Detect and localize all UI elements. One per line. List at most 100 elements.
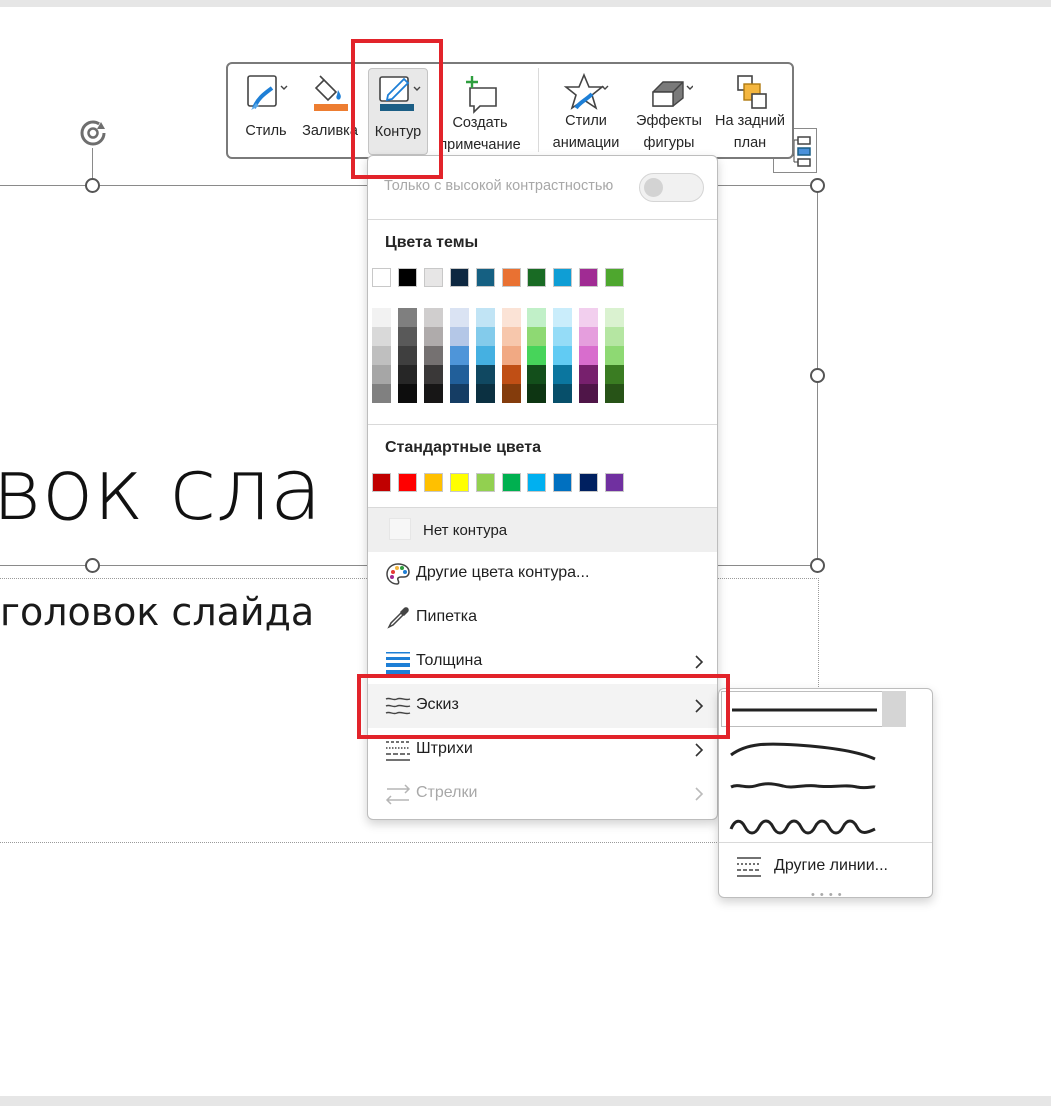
theme-shade-swatch[interactable] xyxy=(450,327,469,346)
standard-color-swatch-10[interactable] xyxy=(605,473,624,492)
theme-shade-swatch[interactable] xyxy=(579,327,598,346)
theme-color-swatch-6[interactable] xyxy=(502,268,521,287)
more-outline-colors-item[interactable]: Другие цвета контура... xyxy=(368,552,717,596)
theme-shade-swatch[interactable] xyxy=(553,327,572,346)
theme-shade-swatch[interactable] xyxy=(424,384,443,403)
theme-shade-swatch[interactable] xyxy=(579,308,598,327)
theme-shade-swatch[interactable] xyxy=(502,308,521,327)
standard-color-swatch-9[interactable] xyxy=(579,473,598,492)
theme-shade-swatch[interactable] xyxy=(527,384,546,403)
theme-shade-swatch[interactable] xyxy=(372,327,391,346)
sketch-option-scribble[interactable] xyxy=(727,809,905,845)
slide-subtitle-text[interactable]: головок слайда xyxy=(0,590,314,634)
theme-shade-swatch[interactable] xyxy=(398,308,417,327)
theme-shade-swatch[interactable] xyxy=(398,346,417,365)
theme-color-swatch-10[interactable] xyxy=(605,268,624,287)
theme-shade-swatch[interactable] xyxy=(450,365,469,384)
theme-shade-swatch[interactable] xyxy=(605,308,624,327)
sketch-option-none[interactable] xyxy=(721,691,905,727)
theme-shade-swatch[interactable] xyxy=(579,365,598,384)
animation-styles-button[interactable]: Стили анимации xyxy=(546,68,626,155)
theme-shade-swatch[interactable] xyxy=(527,327,546,346)
resize-grip-icon[interactable]: • • • • xyxy=(811,889,843,901)
no-outline-item[interactable]: Нет контура xyxy=(368,508,717,552)
weight-label: Толщина xyxy=(416,652,483,669)
theme-color-swatch-4[interactable] xyxy=(450,268,469,287)
theme-shade-swatch[interactable] xyxy=(527,365,546,384)
theme-shade-swatch[interactable] xyxy=(372,384,391,403)
theme-shade-swatch[interactable] xyxy=(605,327,624,346)
theme-shade-swatch[interactable] xyxy=(476,384,495,403)
resize-handle-bottom[interactable] xyxy=(85,558,100,573)
theme-shade-swatch[interactable] xyxy=(476,308,495,327)
standard-color-swatch-8[interactable] xyxy=(553,473,572,492)
shape-style-icon xyxy=(247,75,288,110)
theme-color-swatch-7[interactable] xyxy=(527,268,546,287)
theme-shade-swatch[interactable] xyxy=(424,346,443,365)
theme-color-swatch-9[interactable] xyxy=(579,268,598,287)
sketch-option-freehand[interactable] xyxy=(727,769,905,805)
eyedropper-icon xyxy=(387,607,409,629)
resize-handle-right[interactable] xyxy=(810,368,825,383)
theme-shade-swatch[interactable] xyxy=(476,327,495,346)
standard-colors-title: Стандартные цвета xyxy=(385,439,541,456)
resize-handle-top-right[interactable] xyxy=(810,178,825,193)
sketch-option-curved[interactable] xyxy=(727,733,905,769)
theme-shade-swatch[interactable] xyxy=(553,308,572,327)
theme-shade-swatch[interactable] xyxy=(398,327,417,346)
theme-shade-swatch[interactable] xyxy=(502,365,521,384)
high-contrast-toggle[interactable] xyxy=(639,173,704,202)
palette-icon xyxy=(386,563,410,585)
theme-color-swatch-1[interactable] xyxy=(372,268,391,287)
standard-color-swatch-6[interactable] xyxy=(502,473,521,492)
standard-color-swatch-4[interactable] xyxy=(450,473,469,492)
theme-shade-swatch[interactable] xyxy=(424,327,443,346)
animation-styles-label-1: Стили xyxy=(565,113,607,129)
theme-color-swatch-3[interactable] xyxy=(424,268,443,287)
eyedropper-item[interactable]: Пипетка xyxy=(368,596,717,640)
theme-shade-swatch[interactable] xyxy=(579,346,598,365)
standard-color-swatch-7[interactable] xyxy=(527,473,546,492)
standard-color-swatch-2[interactable] xyxy=(398,473,417,492)
resize-handle-bottom-right[interactable] xyxy=(810,558,825,573)
shape-effects-button[interactable]: Эффекты фигуры xyxy=(630,68,708,155)
theme-color-swatch-2[interactable] xyxy=(398,268,417,287)
theme-shade-swatch[interactable] xyxy=(372,365,391,384)
new-comment-button[interactable]: Создать примечание xyxy=(432,68,528,155)
send-to-back-button[interactable]: На задний план xyxy=(710,68,790,155)
theme-shade-swatch[interactable] xyxy=(605,384,624,403)
theme-shade-swatch[interactable] xyxy=(476,346,495,365)
theme-shade-swatch[interactable] xyxy=(527,308,546,327)
resize-handle-top[interactable] xyxy=(85,178,100,193)
theme-shade-swatch[interactable] xyxy=(527,346,546,365)
theme-shade-swatch[interactable] xyxy=(553,346,572,365)
theme-shade-swatch[interactable] xyxy=(398,365,417,384)
slide-title-text[interactable]: вок сла xyxy=(0,440,322,540)
more-lines-item[interactable]: Другие линии... xyxy=(719,849,932,885)
theme-shade-swatch[interactable] xyxy=(502,346,521,365)
standard-color-swatch-3[interactable] xyxy=(424,473,443,492)
theme-color-swatch-8[interactable] xyxy=(553,268,572,287)
theme-shade-swatch[interactable] xyxy=(502,327,521,346)
line-weight-icon xyxy=(386,652,410,675)
rotate-handle-icon[interactable] xyxy=(78,117,110,149)
theme-shade-swatch[interactable] xyxy=(450,346,469,365)
theme-shade-swatch[interactable] xyxy=(502,384,521,403)
theme-shade-swatch[interactable] xyxy=(398,384,417,403)
theme-shade-swatch[interactable] xyxy=(450,384,469,403)
theme-shade-swatch[interactable] xyxy=(579,384,598,403)
theme-shade-swatch[interactable] xyxy=(553,365,572,384)
standard-color-swatch-1[interactable] xyxy=(372,473,391,492)
theme-shade-swatch[interactable] xyxy=(424,365,443,384)
style-button[interactable]: Стиль xyxy=(236,68,296,155)
theme-shade-swatch[interactable] xyxy=(424,308,443,327)
theme-shade-swatch[interactable] xyxy=(476,365,495,384)
standard-color-swatch-5[interactable] xyxy=(476,473,495,492)
theme-shade-swatch[interactable] xyxy=(605,346,624,365)
theme-shade-swatch[interactable] xyxy=(553,384,572,403)
theme-shade-swatch[interactable] xyxy=(372,346,391,365)
theme-shade-swatch[interactable] xyxy=(450,308,469,327)
theme-color-swatch-5[interactable] xyxy=(476,268,495,287)
theme-shade-swatch[interactable] xyxy=(372,308,391,327)
theme-shade-swatch[interactable] xyxy=(605,365,624,384)
